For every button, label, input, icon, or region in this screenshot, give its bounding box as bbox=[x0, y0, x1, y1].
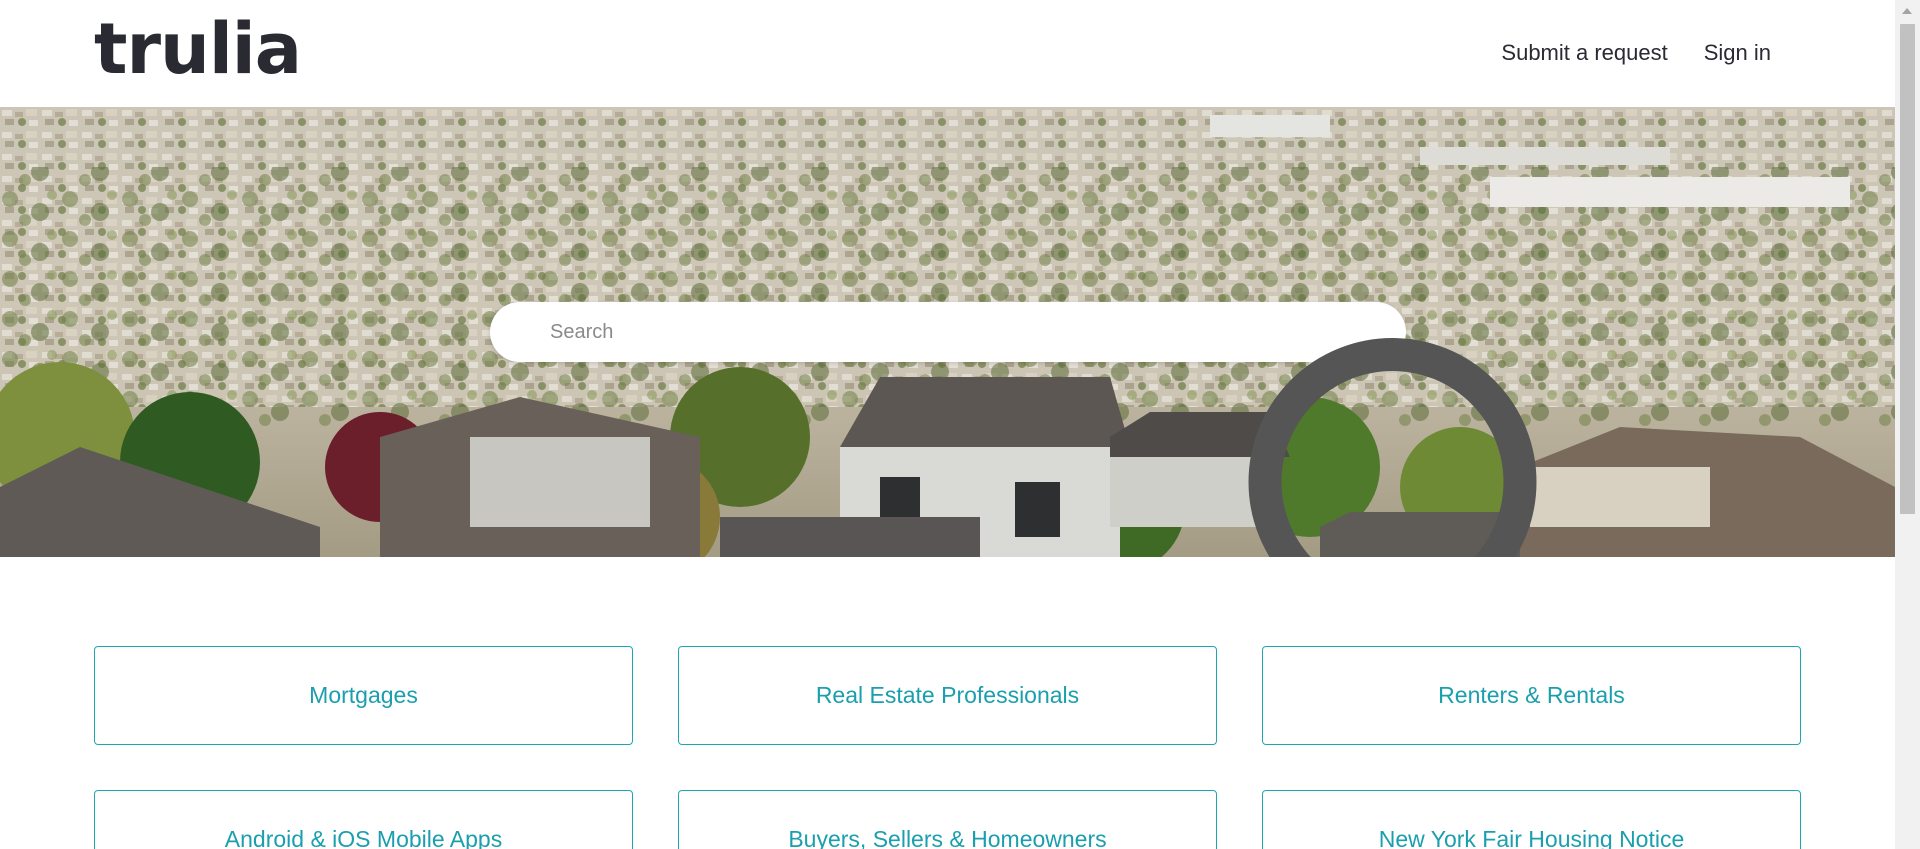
trulia-logo[interactable]: trulia bbox=[94, 14, 302, 84]
sign-in-link[interactable]: Sign in bbox=[1704, 40, 1771, 66]
site-header: trulia Submit a request Sign in bbox=[0, 0, 1895, 107]
vertical-scrollbar[interactable] bbox=[1895, 0, 1920, 849]
search-input[interactable] bbox=[550, 302, 1370, 362]
category-label: Buyers, Sellers & Homeowners bbox=[788, 826, 1107, 849]
category-renters-rentals[interactable]: Renters & Rentals bbox=[1262, 646, 1801, 745]
category-label: Real Estate Professionals bbox=[815, 682, 1080, 708]
category-label: Mortgages bbox=[309, 682, 418, 708]
header-nav: Submit a request Sign in bbox=[1501, 40, 1771, 66]
scrollbar-thumb[interactable] bbox=[1900, 24, 1915, 514]
submit-request-link[interactable]: Submit a request bbox=[1501, 40, 1667, 66]
category-buyers-sellers-homeowners[interactable]: Buyers, Sellers & Homeowners bbox=[678, 790, 1217, 849]
category-mobile-apps[interactable]: Android & iOS Mobile Apps bbox=[94, 790, 633, 849]
page: trulia Submit a request Sign in Search M… bbox=[0, 0, 1895, 849]
category-label: Renters & Rentals bbox=[1438, 682, 1625, 708]
category-mortgages[interactable]: Mortgages bbox=[94, 646, 633, 745]
hero-banner bbox=[0, 107, 1895, 557]
category-ny-fair-housing[interactable]: New York Fair Housing Notice bbox=[1262, 790, 1801, 849]
scroll-up-arrow-icon[interactable] bbox=[1902, 8, 1912, 14]
category-label: Android & iOS Mobile Apps bbox=[224, 826, 503, 849]
category-real-estate-professionals[interactable]: Real Estate Professionals bbox=[678, 646, 1217, 745]
category-label: New York Fair Housing Notice bbox=[1378, 826, 1685, 849]
search-bar bbox=[490, 302, 1537, 557]
